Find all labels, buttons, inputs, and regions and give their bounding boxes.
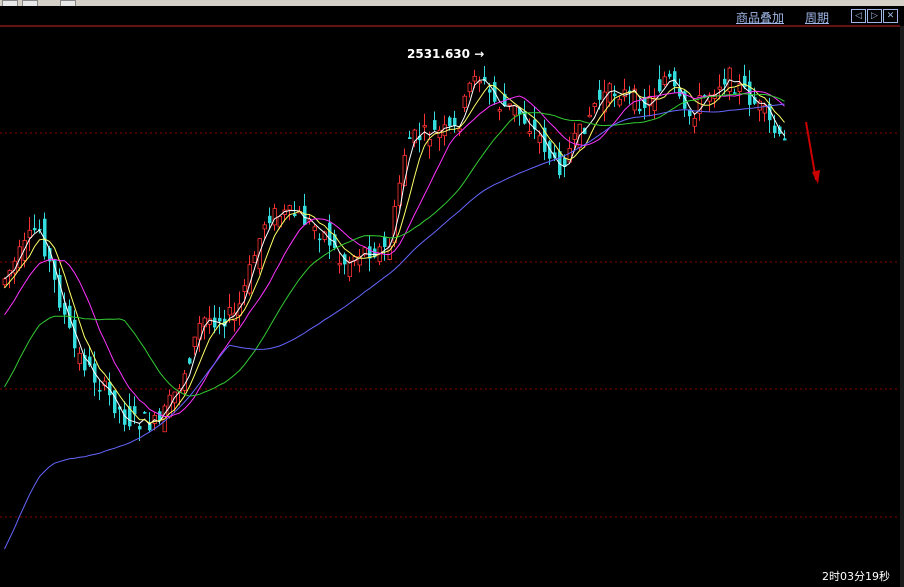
candle-body [287, 205, 292, 211]
candle-body [272, 208, 277, 226]
candle-body [27, 229, 32, 238]
down-arrow-head [812, 170, 820, 184]
candle-body [783, 138, 787, 141]
candle-body [472, 75, 477, 82]
candle-body [328, 222, 332, 246]
candle-body [188, 358, 192, 364]
candle-body [598, 89, 602, 100]
candle-body [592, 103, 597, 108]
candle-body [527, 131, 532, 134]
candle-body [448, 117, 452, 127]
candle-body [422, 125, 427, 128]
candle-body [113, 390, 117, 414]
candle-body [408, 137, 412, 139]
candle-body [688, 110, 692, 117]
candle-body [658, 79, 662, 92]
moving-average-line [4, 79, 785, 426]
candle-body [572, 132, 577, 140]
moving-average-line [4, 83, 785, 424]
candle-body [213, 317, 217, 328]
candle-body [2, 278, 7, 286]
candle-body [242, 285, 247, 292]
candle-body [462, 95, 467, 108]
down-arrow-icon [805, 121, 817, 181]
candle-body [673, 71, 677, 87]
candle-body [467, 82, 472, 93]
candle-body [268, 215, 272, 224]
grid-lines [0, 25, 900, 518]
candlestick-chart[interactable]: 2531.630 → [0, 0, 904, 587]
candle-body [453, 117, 457, 126]
candle-body [717, 86, 722, 90]
candle-body [143, 412, 147, 414]
candle-body [262, 224, 267, 230]
candle-body [368, 246, 372, 259]
candle-body [148, 423, 152, 431]
candle-body [433, 120, 437, 130]
candle-body [442, 124, 447, 137]
candle-body [537, 135, 542, 144]
candle-body [668, 73, 672, 77]
candle-body [587, 114, 592, 118]
candles [2, 64, 787, 442]
candle-body [218, 318, 222, 322]
candle-body [227, 307, 232, 316]
candle-body [303, 205, 307, 225]
candle-body [733, 92, 737, 94]
candle-body [692, 118, 697, 127]
candle-body [497, 109, 502, 112]
candle-body [613, 93, 617, 97]
candle-body [773, 125, 777, 134]
candle-body [77, 352, 82, 365]
countdown-timer: 2时03分19秒 [822, 570, 890, 583]
candle-body [488, 89, 492, 93]
right-scrollbar[interactable] [900, 26, 904, 587]
candle-body [723, 78, 727, 85]
candle-body [743, 75, 747, 88]
candle-body [318, 238, 322, 241]
candle-body [662, 76, 667, 85]
candle-body [507, 103, 512, 106]
candle-body [138, 426, 142, 430]
moving-average-line [4, 90, 785, 417]
candle-body [638, 108, 642, 112]
candle-body [312, 226, 317, 232]
candle-body [347, 260, 352, 277]
max-price-label: 2531.630 → [407, 47, 484, 61]
moving-average-line [4, 103, 785, 550]
candle-body [512, 105, 517, 116]
candle-body [383, 236, 387, 248]
candle-body [337, 262, 342, 266]
candle-body [617, 98, 622, 106]
candle-body [98, 390, 102, 392]
candle-body [33, 227, 37, 231]
candle-body [192, 336, 197, 347]
moving-averages [4, 79, 785, 550]
candle-body [252, 255, 257, 264]
